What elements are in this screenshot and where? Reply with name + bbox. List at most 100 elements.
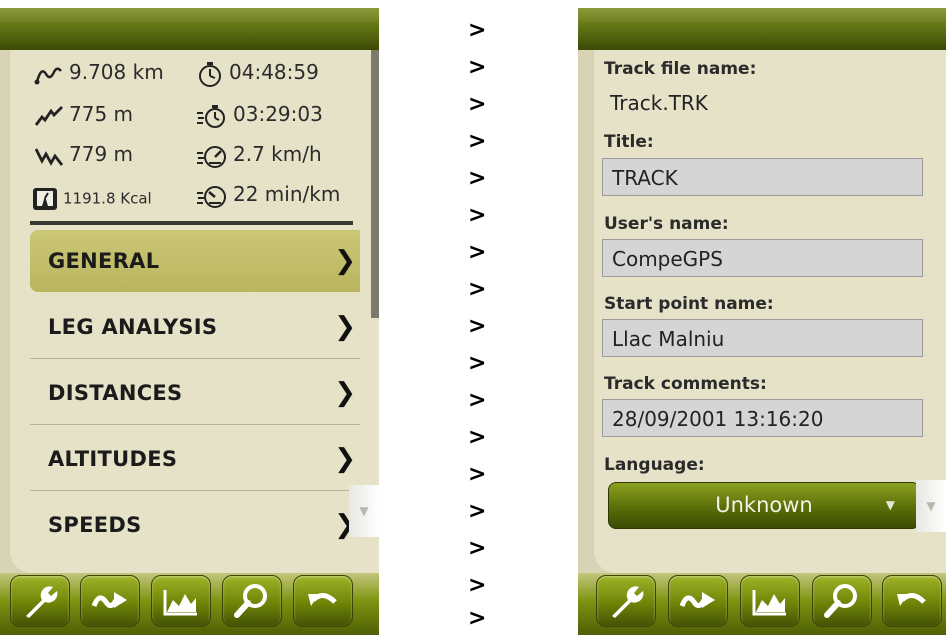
top-bar [578,8,946,50]
track-file-name-value: Track.TRK [610,91,708,115]
back-button[interactable] [882,575,942,627]
menu-item-label: ALTITUDES [48,447,178,471]
stat-calories: 1191.8 Kcal [32,187,152,211]
track-stats-screen: 9.708 km 04:48:59 775 m 03:29:03 779 m 2… [0,8,379,635]
track-file-name-label: Track file name: [604,59,757,79]
search-button[interactable] [222,575,282,627]
descent-icon [34,147,64,166]
speed-gauge-icon [197,145,226,168]
stat-ascent-value: 775 m [69,102,134,126]
track-button[interactable] [80,575,140,627]
stat-calories-value: 1191.8 Kcal [63,189,152,208]
divider [30,221,353,225]
altitude-profile-icon [752,590,786,616]
stat-descent: 779 m [34,142,133,167]
arrow-glyph: > [468,573,487,598]
users-name-label: User's name: [604,214,729,234]
chevron-right-icon: ❯ [334,246,356,276]
altitude-profile-icon [163,590,197,616]
ascent-icon [34,105,63,126]
chevron-right-icon: ❯ [334,312,356,342]
moving-time-icon [197,104,225,128]
track-button[interactable] [668,575,728,627]
track-comments-label: Track comments: [604,374,767,394]
settings-button[interactable] [10,575,70,627]
language-value: Unknown [715,493,813,517]
stat-pace-value: 22 min/km [233,182,341,206]
stat-distance-value: 9.708 km [69,60,164,84]
back-icon [897,593,926,606]
chevron-down-icon: ▼ [926,499,936,513]
back-button[interactable] [293,575,353,627]
arrow-glyph: > [468,166,487,191]
stat-ascent: 775 m [34,102,133,127]
stat-moving-time: 03:29:03 [196,102,323,129]
arrow-glyph: > [468,462,487,487]
arrow-glyph: > [468,314,487,339]
menu-item-label: SPEEDS [48,513,142,537]
arrow-glyph: > [468,203,487,228]
stat-moving-time-value: 03:29:03 [233,102,323,126]
scroll-down-button[interactable]: ▼ [916,480,946,532]
menu-item-general[interactable]: GENERAL ❯ [30,230,360,292]
magnifier-icon [234,584,267,618]
chevron-right-icon: ❯ [334,444,356,474]
menu-item-distances[interactable]: DISTANCES ❯ [30,362,360,425]
distance-icon [34,67,62,84]
scroll-down-button[interactable]: ▼ [349,485,379,537]
stat-avg-speed: 2.7 km/h [196,142,322,169]
bottom-toolbar [578,573,946,635]
altitude-profile-button[interactable] [151,575,211,627]
arrow-glyph: > [468,606,487,631]
stopwatch-icon [199,61,221,87]
menu-item-label: LEG ANALYSIS [48,315,218,339]
title-label: Title: [604,132,654,152]
arrow-glyph: > [468,499,487,524]
track-route-icon [679,592,715,608]
top-bar [0,8,379,50]
menu-item-leg-analysis[interactable]: LEG ANALYSIS ❯ [30,296,360,359]
menu-item-altitudes[interactable]: ALTITUDES ❯ [30,428,360,491]
start-point-name-label: Start point name: [604,294,774,314]
users-name-field[interactable]: CompeGPS [602,239,923,277]
stat-total-time-value: 04:48:59 [229,60,319,84]
arrow-glyph: > [468,388,487,413]
track-comments-field[interactable]: 28/09/2001 13:16:20 [602,399,923,437]
wrench-icon [612,586,644,618]
arrow-glyph: > [468,92,487,117]
altitude-profile-button[interactable] [740,575,800,627]
track-route-icon [91,592,127,608]
arrow-glyph: > [468,55,487,80]
menu-item-speeds[interactable]: SPEEDS ❯ [30,494,360,556]
arrow-glyph: > [468,240,487,265]
scale-icon [33,188,57,210]
search-button[interactable] [812,575,872,627]
settings-button[interactable] [596,575,656,627]
bottom-toolbar [0,573,379,635]
stat-total-time: 04:48:59 [196,60,319,87]
stat-descent-value: 779 m [69,142,134,166]
stat-avg-speed-value: 2.7 km/h [233,142,322,166]
pace-gauge-icon [197,185,226,208]
chevron-right-icon: ❯ [334,378,356,408]
chevron-down-icon: ▼ [359,504,369,518]
menu-item-label: GENERAL [48,249,160,273]
arrow-glyph: > [468,129,487,154]
arrow-glyph: > [468,536,487,561]
title-field[interactable]: TRACK [602,158,923,196]
menu-item-label: DISTANCES [48,381,183,405]
back-icon [308,593,337,606]
stat-pace: 22 min/km [196,182,340,209]
language-dropdown[interactable]: Unknown ▼ [608,482,920,529]
arrow-glyph: > [468,18,487,43]
arrow-glyph: > [468,425,487,450]
arrow-glyph: > [468,351,487,376]
start-point-name-field[interactable]: Llac Malniu [602,319,923,357]
stat-distance: 9.708 km [34,60,164,86]
magnifier-icon [824,584,857,618]
track-info-screen: Track file name: Track.TRK Title: TRACK … [578,8,946,635]
scrollbar[interactable] [371,50,379,318]
wrench-icon [26,586,58,618]
arrow-glyph: > [468,277,487,302]
chevron-down-icon: ▼ [885,498,895,512]
